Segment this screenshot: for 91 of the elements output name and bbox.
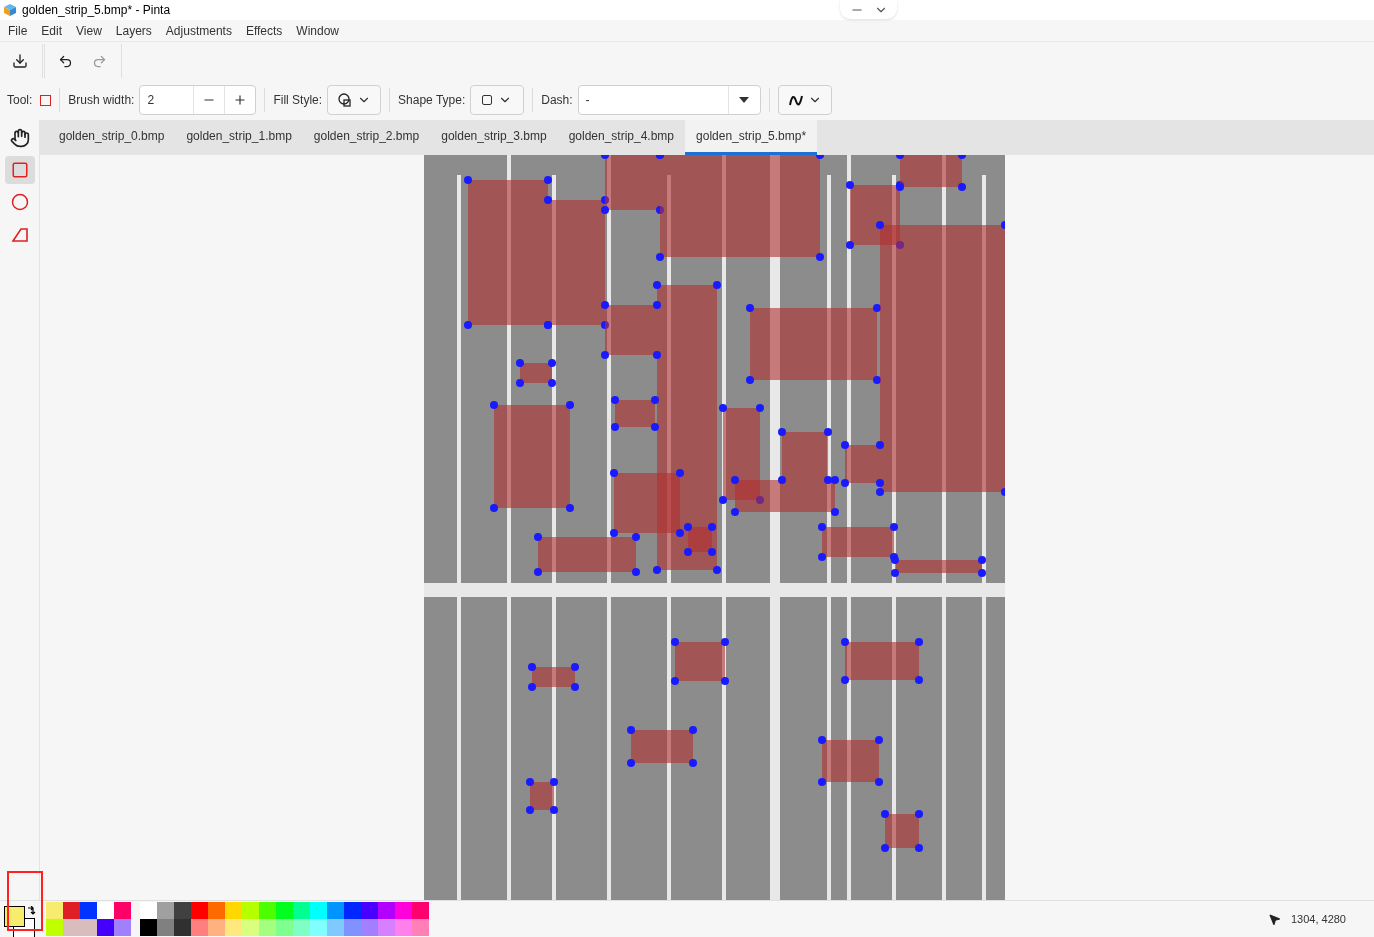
freeform-shape-icon (10, 225, 29, 243)
menu-item[interactable]: Window (296, 21, 340, 40)
palette-swatch[interactable] (361, 919, 378, 936)
menu-item[interactable]: Layers (115, 21, 152, 40)
palette-swatch[interactable] (395, 919, 412, 936)
palette-swatch[interactable] (208, 902, 225, 919)
dropdown-triangle-icon (739, 97, 750, 103)
menu-item[interactable]: Edit (41, 21, 63, 40)
dash-value: - (584, 92, 591, 109)
brush-width-label: Brush width: (68, 92, 135, 109)
menu-item[interactable]: Adjustments (165, 21, 232, 40)
brush-width-value: 2 (146, 92, 156, 109)
palette-swatch[interactable] (242, 902, 259, 919)
palette-swatch[interactable] (191, 919, 208, 936)
plus-icon (233, 93, 248, 107)
fill-style-label: Fill Style: (273, 92, 323, 109)
swap-colors-icon[interactable] (27, 905, 36, 915)
palette-swatch[interactable] (259, 919, 276, 936)
shape-type-dropdown[interactable] (470, 85, 525, 115)
recent-color-swatch[interactable] (114, 902, 131, 919)
dash-label: Dash: (541, 92, 573, 109)
palette-swatch[interactable] (327, 919, 344, 936)
palette-swatch[interactable] (378, 919, 395, 936)
palette-swatch[interactable] (191, 902, 208, 919)
fill-style-dropdown[interactable] (327, 85, 382, 115)
palette-swatch[interactable] (174, 919, 191, 936)
palette-swatch[interactable] (412, 919, 429, 936)
menu-item[interactable]: View (76, 21, 102, 40)
palette-swatch[interactable] (344, 902, 361, 919)
palette-swatch[interactable] (259, 902, 276, 919)
brush-width-spinner[interactable]: 2 (139, 85, 257, 115)
recent-color-swatch[interactable] (63, 902, 80, 919)
recent-color-swatch[interactable] (80, 919, 97, 936)
palette-swatch[interactable] (327, 902, 344, 919)
palette-swatch[interactable] (361, 902, 378, 919)
primary-color-swatch[interactable] (4, 905, 25, 927)
app-logo-icon (4, 4, 16, 16)
shape-type-label: Shape Type: (398, 92, 466, 109)
download-icon (12, 53, 28, 69)
palette-swatch[interactable] (293, 919, 310, 936)
dash-combo-box[interactable]: - (577, 85, 761, 115)
cursor-icon (1267, 912, 1281, 926)
rectangle-icon (10, 161, 29, 179)
palette-swatch[interactable] (140, 919, 157, 936)
palette-swatch[interactable] (140, 902, 157, 919)
document-tab[interactable]: golden_strip_2.bmp (302, 120, 431, 155)
hand-icon (9, 128, 30, 148)
document-tab[interactable]: golden_strip_5.bmp* (685, 120, 818, 155)
rounded-square-icon (482, 95, 493, 105)
palette-swatch[interactable] (157, 902, 174, 919)
palette-swatch[interactable] (310, 902, 327, 919)
recent-color-swatch[interactable] (80, 902, 97, 919)
redo-icon (91, 53, 107, 69)
undo-button[interactable] (57, 53, 73, 69)
palette-swatch[interactable] (174, 902, 191, 919)
palette-swatch[interactable] (344, 919, 361, 936)
palette-swatch[interactable] (242, 919, 259, 936)
document-tab[interactable]: golden_strip_3.bmp (430, 120, 558, 155)
recent-color-swatch[interactable] (46, 919, 63, 936)
active-tool-icon (40, 94, 52, 106)
palette-swatch[interactable] (276, 919, 293, 936)
palette-swatch[interactable] (225, 919, 242, 936)
curve-icon (787, 93, 804, 107)
palette-swatch[interactable] (412, 902, 429, 919)
window-title: golden_strip_5.bmp* - Pinta (22, 2, 171, 19)
save-button[interactable] (12, 53, 28, 69)
recent-color-swatch[interactable] (46, 902, 63, 919)
recent-color-swatch[interactable] (97, 902, 114, 919)
recent-color-swatch[interactable] (114, 919, 131, 936)
fill-style-icon (337, 92, 354, 108)
palette-swatch[interactable] (157, 919, 174, 936)
palette-swatch[interactable] (293, 902, 310, 919)
palette-swatch[interactable] (378, 902, 395, 919)
document-tab[interactable]: golden_strip_0.bmp (48, 120, 176, 155)
palette-swatch[interactable] (395, 902, 412, 919)
document-tab[interactable]: golden_strip_1.bmp (175, 120, 303, 155)
palette-swatch[interactable] (208, 919, 225, 936)
redo-button[interactable] (91, 53, 107, 69)
menu-item[interactable]: Effects (245, 21, 283, 40)
cursor-position: 1304, 4280 (1290, 911, 1346, 927)
recent-color-swatch[interactable] (97, 919, 114, 936)
document-tab[interactable]: golden_strip_4.bmp (557, 120, 686, 155)
tool-label: Tool: (7, 92, 33, 109)
palette-swatch[interactable] (225, 902, 242, 919)
palette-swatch[interactable] (310, 919, 327, 936)
menu-item[interactable]: File (8, 21, 28, 40)
recent-color-swatch[interactable] (63, 919, 80, 936)
undo-icon (57, 53, 73, 69)
ellipse-icon (10, 193, 29, 211)
antialiasing-dropdown[interactable] (777, 85, 832, 115)
palette-swatch[interactable] (276, 902, 293, 919)
